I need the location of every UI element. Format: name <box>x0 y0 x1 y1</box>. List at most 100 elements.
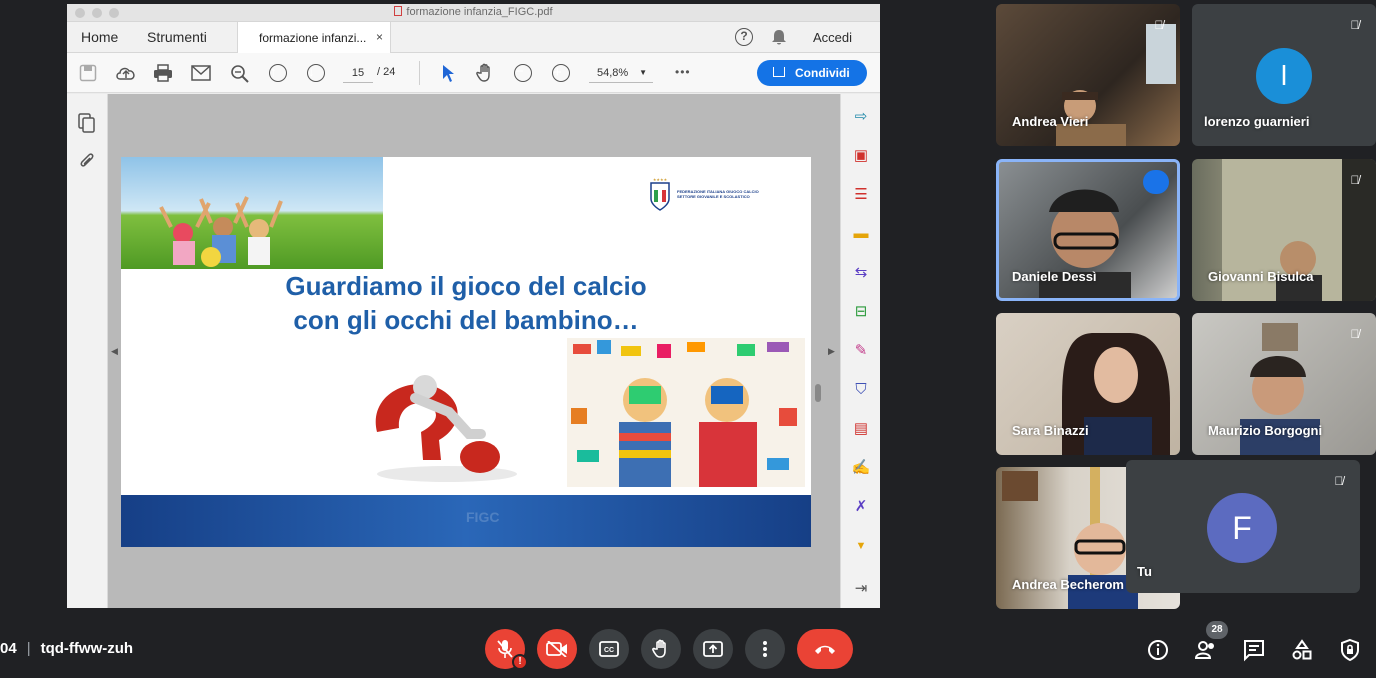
scrollbar-thumb[interactable] <box>815 384 821 402</box>
mic-off-icon <box>497 640 513 658</box>
export-pdf-icon[interactable]: ⇨ <box>851 108 871 126</box>
participant-tile[interactable]: 🎙̸ Maurizio Borgogni <box>1192 313 1376 455</box>
hand-icon <box>652 639 666 658</box>
share-button-label: Condividi <box>795 66 850 80</box>
participant-name: Andrea Vieri <box>1012 114 1089 129</box>
participant-tile[interactable]: l 🎙̸ lorenzo guarnieri <box>1192 4 1376 146</box>
toolbar-divider <box>419 61 420 85</box>
share-button[interactable]: Condividi <box>757 60 867 86</box>
mic-toggle-button[interactable]: ! <box>485 629 528 670</box>
end-call-button[interactable] <box>797 629 853 669</box>
help-icon[interactable]: ? <box>735 28 753 46</box>
document-title-text: formazione infanzia_FIGC.pdf <box>406 6 553 18</box>
tab-document-label: formazione infanzi... <box>259 31 367 45</box>
chat-icon[interactable] <box>1242 638 1266 662</box>
edit-pdf-icon[interactable]: ☰ <box>851 186 871 204</box>
zoom-out-icon[interactable]: − <box>514 64 532 82</box>
participant-name: Andrea Becherom <box>1012 577 1124 592</box>
participant-tile[interactable]: 🎙̸ Giovanni Bisulca <box>1192 159 1376 301</box>
participant-tile[interactable]: Sara Binazzi <box>996 313 1180 455</box>
blocks-illustration <box>571 340 797 487</box>
collapse-left-icon[interactable]: ◀ <box>111 346 118 357</box>
mic-off-icon: 🎙̸ <box>1334 474 1344 488</box>
sign-in-link[interactable]: Accedi <box>813 30 852 45</box>
captions-icon: CC <box>599 641 619 657</box>
meeting-time: 04 <box>0 640 17 657</box>
camera-toggle-button[interactable] <box>537 629 577 669</box>
more-vert-icon <box>763 641 767 657</box>
zoom-in-icon[interactable]: + <box>552 64 570 82</box>
zoom-value: 54,8% <box>597 67 629 79</box>
redact-icon[interactable]: ✎ <box>851 342 871 360</box>
protect-icon[interactable]: ⛉ <box>851 381 871 399</box>
previous-page-icon[interactable]: ↑ <box>269 64 287 82</box>
attachment-icon[interactable] <box>79 152 97 172</box>
activities-icon[interactable] <box>1290 638 1314 662</box>
participant-tile-speaking[interactable]: Daniele Dessì <box>996 159 1180 301</box>
window-titlebar: formazione infanzia_FIGC.pdf <box>67 4 880 22</box>
meeting-controls-bar: 04 | tqd-ffww-zuh ! CC 28 <box>0 618 1376 678</box>
next-page-icon[interactable]: ↓ <box>307 64 325 82</box>
tab-document[interactable]: formazione infanzi... × <box>237 22 391 53</box>
participant-name: Sara Binazzi <box>1012 423 1089 438</box>
tab-home[interactable]: Home <box>81 29 118 45</box>
self-view-tile[interactable]: F 🎙̸ Tu <box>1126 460 1360 593</box>
camera-off-icon <box>546 640 567 658</box>
request-signature-icon[interactable]: ✗ <box>851 498 871 516</box>
tab-tools[interactable]: Strumenti <box>147 29 207 45</box>
bell-icon[interactable] <box>771 29 787 46</box>
host-controls-shield-icon[interactable] <box>1338 638 1362 662</box>
select-cursor-icon[interactable] <box>441 64 455 83</box>
captions-button[interactable]: CC <box>589 629 629 669</box>
question-mark-figure <box>375 375 517 482</box>
tab-close-icon[interactable]: × <box>376 30 383 44</box>
pdf-toolbar: ↑ ↓ 15 / 24 − + 54,8% ▼ ••• Condividi <box>67 53 880 93</box>
children-photo <box>121 157 383 269</box>
meeting-details-icon[interactable] <box>1146 638 1170 662</box>
save-icon[interactable] <box>79 64 97 82</box>
children-illustration <box>159 196 283 267</box>
participant-name: Giovanni Bisulca <box>1208 269 1314 284</box>
mic-off-icon: 🎙̸ <box>1154 18 1164 32</box>
comment-icon[interactable]: ▬ <box>851 225 871 243</box>
page-thumbnails-icon[interactable] <box>78 113 96 133</box>
more-options-button[interactable] <box>745 629 785 669</box>
zoom-select[interactable]: 54,8% ▼ <box>589 63 653 83</box>
participant-name: lorenzo guarnieri <box>1204 114 1310 129</box>
mic-alert-badge: ! <box>512 654 528 670</box>
chevron-down-icon: ▼ <box>639 68 647 77</box>
mic-off-icon: 🎙̸ <box>1350 327 1360 341</box>
band-watermark-text: FIGC <box>466 509 500 525</box>
speaking-indicator-icon <box>1143 170 1169 194</box>
hand-tool-icon[interactable] <box>475 63 495 83</box>
participant-tile[interactable]: 🎙̸ Andrea Vieri <box>996 4 1180 146</box>
optimize-pdf-icon[interactable]: ▤ <box>851 420 871 438</box>
figc-logo: ★★★★ <box>650 177 670 211</box>
zoom-search-icon[interactable] <box>230 64 250 84</box>
more-tools-icon[interactable]: ▼ <box>851 537 871 555</box>
page-total: / 24 <box>377 66 396 78</box>
collapse-right-icon[interactable]: ▶ <box>828 346 835 357</box>
people-count-badge: 28 <box>1206 621 1228 639</box>
fill-sign-icon[interactable]: ✍ <box>851 459 871 477</box>
mic-off-icon: 🎙̸ <box>1350 18 1360 32</box>
print-icon[interactable] <box>153 64 173 82</box>
collapse-rail-icon[interactable]: ⇥ <box>851 580 871 598</box>
cloud-upload-icon[interactable] <box>115 64 137 82</box>
email-icon[interactable] <box>191 65 211 81</box>
more-options-icon[interactable]: ••• <box>675 65 691 79</box>
avatar: F <box>1207 493 1277 563</box>
present-screen-button[interactable] <box>693 629 733 669</box>
create-pdf-icon[interactable]: ▣ <box>851 147 871 165</box>
svg-text:CC: CC <box>604 647 614 654</box>
meeting-info-divider: | <box>26 640 31 657</box>
people-icon[interactable] <box>1194 638 1218 662</box>
pdf-viewer-window: formazione infanzia_FIGC.pdf Home Strume… <box>67 4 880 608</box>
combine-files-icon[interactable]: ⇆ <box>851 264 871 282</box>
page-number-input[interactable]: 15 <box>343 63 373 83</box>
organize-pages-icon[interactable]: ⊟ <box>851 303 871 321</box>
avatar: l <box>1256 48 1312 104</box>
figc-logo-text: FEDERAZIONE ITALIANA GIUOCO CALCIO SETTO… <box>677 189 759 199</box>
raise-hand-button[interactable] <box>641 629 681 669</box>
document-canvas[interactable]: ◀ ▶ ★★★★ FEDERAZIONE ITALIANA GIUOCO CAL… <box>108 94 840 608</box>
